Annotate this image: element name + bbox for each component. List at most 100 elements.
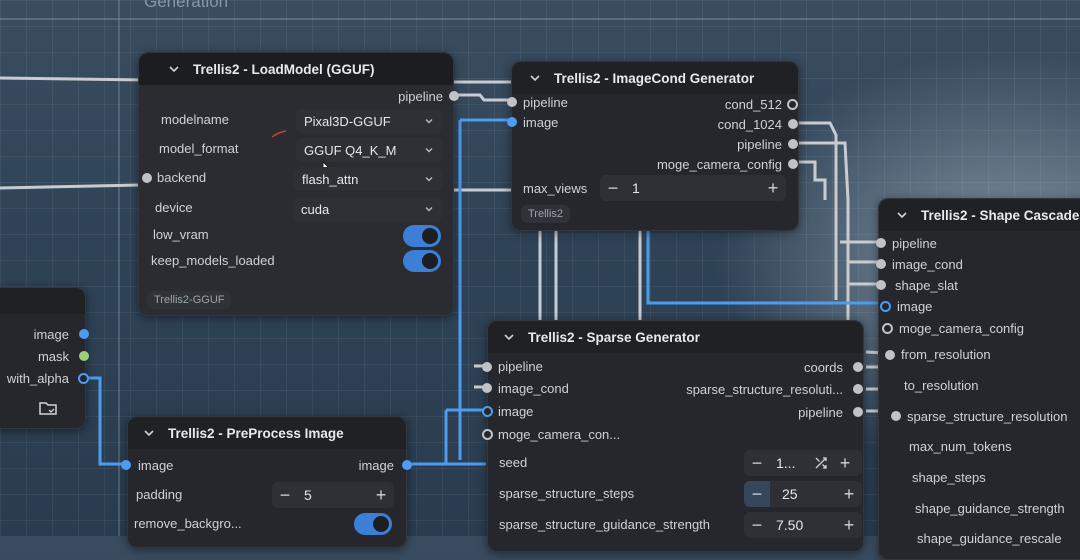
chevron-down-icon[interactable] — [895, 208, 909, 222]
group-border-left — [118, 0, 120, 536]
chevron-down-icon[interactable] — [528, 71, 542, 85]
group-title: Generation — [144, 0, 229, 11]
padding-value[interactable]: 5 — [298, 487, 368, 503]
input-pipeline-socket[interactable] — [876, 238, 886, 248]
group-border — [0, 18, 1080, 20]
input-image-socket[interactable] — [121, 460, 131, 470]
node-header[interactable]: Trellis2 - Sparse Generator — [488, 321, 863, 353]
preprocess-node[interactable]: Trellis2 - PreProcess Image image image … — [121, 416, 412, 548]
max-views-label: max_views — [523, 181, 588, 196]
node-title: Trellis2 - Shape Cascade G — [921, 207, 1080, 223]
chevron-down-icon[interactable] — [502, 330, 516, 344]
node-header[interactable]: Trellis2 - PreProcess Image — [128, 417, 406, 449]
sparse-guidance-stepper[interactable]: − 7.50 + — [744, 512, 862, 538]
decrement-button[interactable]: − — [600, 178, 626, 199]
backend-select[interactable]: flash_attn — [294, 167, 442, 191]
input-image-cond-label: image_cond — [498, 381, 569, 396]
modelname-value: Pixal3D-GGUF — [304, 113, 391, 129]
to-resolution-label: to_resolution — [904, 378, 979, 393]
output-moge-camera-config-label: moge_camera_config — [656, 157, 782, 172]
toggle-knob — [373, 516, 389, 532]
input-from-resolution-socket[interactable] — [885, 350, 895, 360]
node-header[interactable]: Trellis2 - LoadModel (GGUF) — [139, 53, 453, 85]
imagecond-node[interactable]: Trellis2 - ImageCond Generator pipeline … — [507, 61, 799, 231]
output-moge-camera-config-socket[interactable] — [788, 159, 798, 169]
sparse-steps-value[interactable]: 25 — [770, 486, 836, 502]
model-format-select[interactable]: GGUF Q4_K_M — [296, 138, 442, 162]
load-model-node[interactable]: Trellis2 - LoadModel (GGUF) pipeline mod… — [138, 52, 459, 316]
backend-input-socket[interactable] — [142, 173, 152, 183]
input-image-cond-socket[interactable] — [482, 383, 492, 393]
input-pipeline-socket[interactable] — [482, 362, 492, 372]
chevron-down-icon[interactable] — [142, 426, 156, 440]
output-cond-1024-socket[interactable] — [788, 119, 798, 129]
output-mask-socket[interactable] — [79, 351, 89, 361]
output-pipeline-socket[interactable] — [788, 139, 798, 149]
chevron-down-icon — [424, 204, 434, 214]
decrement-button[interactable]: − — [744, 481, 770, 507]
output-pipeline-socket[interactable] — [449, 91, 459, 101]
folder-icon[interactable] — [39, 400, 57, 416]
decrement-button[interactable]: − — [272, 485, 298, 506]
input-shape-slat-socket[interactable] — [876, 280, 886, 290]
max-views-value[interactable]: 1 — [626, 180, 760, 196]
output-sparse-resolution-socket[interactable] — [853, 384, 863, 394]
input-moge-camera-config-label: moge_camera_config — [899, 321, 1025, 336]
increment-button[interactable]: + — [836, 515, 862, 536]
toggle-knob — [422, 253, 438, 269]
node-badge: Trellis2-GGUF — [147, 291, 232, 309]
seed-value[interactable]: 1... — [770, 455, 810, 471]
output-cond-1024-label: cond_1024 — [717, 117, 782, 132]
increment-button[interactable]: + — [836, 484, 862, 505]
model-format-value: GGUF Q4_K_M — [304, 142, 397, 158]
input-pipeline-label: pipeline — [892, 236, 937, 251]
output-image-socket[interactable] — [79, 329, 89, 339]
chevron-down-icon[interactable] — [167, 62, 181, 76]
input-image-socket[interactable] — [482, 406, 493, 417]
output-image-socket[interactable] — [402, 460, 412, 470]
increment-button[interactable]: + — [760, 178, 786, 199]
modelname-select[interactable]: Pixal3D-GGUF — [296, 109, 442, 133]
decrement-button[interactable]: − — [744, 453, 770, 474]
load-image-node[interactable]: image mask with_alpha — [0, 287, 89, 429]
device-select[interactable]: cuda — [293, 197, 442, 221]
increment-button[interactable]: + — [368, 485, 394, 506]
node-header[interactable]: Trellis2 - ImageCond Generator — [512, 62, 798, 94]
input-pipeline-label: pipeline — [523, 95, 568, 110]
input-image-socket[interactable] — [507, 117, 517, 127]
sparse-guidance-value[interactable]: 7.50 — [770, 517, 836, 533]
shape-cascade-node[interactable]: Trellis2 - Shape Cascade G pipeline imag… — [876, 198, 1080, 560]
input-image-label: image — [523, 115, 559, 130]
padding-stepper[interactable]: − 5 + — [272, 482, 394, 508]
input-moge-camera-config-socket[interactable] — [882, 323, 893, 334]
input-moge-camera-socket[interactable] — [482, 429, 493, 440]
seed-stepper[interactable]: − 1... + — [744, 450, 862, 476]
sparse-generator-node[interactable]: Trellis2 - Sparse Generator pipeline ima… — [482, 320, 864, 552]
shuffle-icon[interactable] — [810, 456, 832, 470]
node-header[interactable]: Trellis2 - Shape Cascade G — [879, 199, 1080, 231]
output-coords-socket[interactable] — [853, 362, 863, 372]
node-header — [0, 288, 85, 314]
decrement-button[interactable]: − — [744, 515, 770, 536]
node-title: Trellis2 - PreProcess Image — [168, 425, 344, 441]
sparse-guidance-label: sparse_structure_guidance_strength — [499, 517, 711, 532]
max-views-stepper[interactable]: − 1 + — [600, 175, 786, 201]
chevron-down-icon — [424, 174, 434, 184]
node-badge: Trellis2 — [521, 205, 571, 223]
input-sparse-resolution-socket[interactable] — [891, 411, 901, 421]
input-image-cond-socket[interactable] — [876, 259, 886, 269]
node-title: Trellis2 - Sparse Generator — [528, 329, 700, 345]
output-cond-512-socket[interactable] — [787, 99, 798, 110]
keep-models-loaded-toggle[interactable] — [403, 250, 441, 272]
chevron-down-icon — [424, 116, 434, 126]
output-pipeline-socket[interactable] — [853, 407, 863, 417]
output-with-alpha-socket[interactable] — [78, 373, 89, 384]
input-image-socket[interactable] — [880, 301, 891, 312]
remove-background-toggle[interactable] — [354, 513, 392, 535]
padding-label: padding — [136, 487, 183, 502]
low-vram-toggle[interactable] — [403, 225, 441, 247]
sparse-steps-stepper[interactable]: − 25 + — [744, 481, 862, 507]
input-pipeline-socket[interactable] — [507, 97, 517, 107]
increment-button[interactable]: + — [832, 453, 858, 474]
red-annotation-mark — [271, 125, 287, 138]
